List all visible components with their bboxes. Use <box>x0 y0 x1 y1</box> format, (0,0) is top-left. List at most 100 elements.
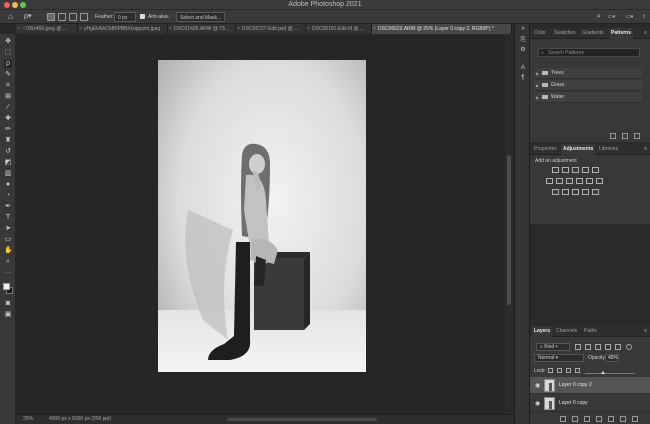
workspace-icon[interactable]: ▭▾ <box>608 12 615 22</box>
edit-toolbar-icon[interactable]: ··· <box>4 269 12 277</box>
history-brush-tool-icon[interactable]: ↺ <box>4 148 12 156</box>
tab-document-active[interactable]: × DSC06623.ARW @ 25% (Layer 0 copy 2, RGB… <box>372 24 512 34</box>
select-and-mask-button[interactable]: Select and Mask... <box>176 12 226 22</box>
pen-tool-icon[interactable]: ✒ <box>4 203 12 211</box>
scroll-thumb[interactable] <box>507 155 511 305</box>
screen-mode-icon[interactable]: ▣ <box>4 311 12 319</box>
selective-color-icon[interactable] <box>592 189 599 195</box>
brightness-contrast-icon[interactable] <box>552 167 559 173</box>
adjustment-filter-icon[interactable] <box>585 344 591 350</box>
visibility-eye-icon[interactable]: ◉ <box>535 382 540 389</box>
chevron-right-icon[interactable]: ▶ <box>536 80 539 91</box>
pattern-search-input[interactable]: ⌕ Search Patterns <box>538 48 640 57</box>
blend-mode-select[interactable]: Normal ▾ <box>534 354 584 362</box>
tab-document-2[interactable]: × yHgEkAACkB5PBBr0xqpyzm.jpeg <box>78 24 168 34</box>
layer-style-icon[interactable] <box>572 416 578 422</box>
character-panel-icon[interactable]: A <box>519 64 527 72</box>
close-icon[interactable]: × <box>169 24 172 34</box>
frame-tool-icon[interactable]: ⊠ <box>4 93 12 101</box>
lasso-preset-icon[interactable]: ρ▾ <box>24 12 32 22</box>
hand-tool-icon[interactable]: ✋ <box>4 247 13 255</box>
feather-input[interactable]: 0 px <box>114 12 136 22</box>
type-filter-icon[interactable] <box>595 344 601 350</box>
color-lookup-icon[interactable] <box>596 178 603 184</box>
panel-menu-icon[interactable]: ≡ <box>644 146 647 152</box>
pattern-group-grass[interactable]: ▶ Grass <box>534 80 642 91</box>
color-balance-icon[interactable] <box>556 178 563 184</box>
close-icon[interactable]: × <box>79 24 82 34</box>
new-adjustment-layer-icon[interactable] <box>596 416 602 422</box>
brush-tool-icon[interactable]: ✏ <box>4 126 12 134</box>
subtract-from-selection-icon[interactable] <box>69 13 77 21</box>
panel-menu-icon[interactable]: ≡ <box>644 30 647 36</box>
tab-channels[interactable]: Channels <box>554 326 579 337</box>
close-icon[interactable]: × <box>307 24 310 34</box>
lock-position-icon[interactable] <box>566 368 571 373</box>
crop-tool-icon[interactable]: ⌗ <box>4 82 12 90</box>
black-white-icon[interactable] <box>566 178 573 184</box>
shape-filter-icon[interactable] <box>605 344 611 350</box>
history-panel-icon[interactable]: ⎘ <box>519 36 527 44</box>
link-layers-icon[interactable] <box>560 416 566 422</box>
quick-mask-icon[interactable]: ◙ <box>4 300 12 308</box>
blur-tool-icon[interactable]: ● <box>4 181 12 189</box>
horizontal-scrollbar[interactable] <box>227 418 377 421</box>
zoom-tool-icon[interactable]: ⌕ <box>4 258 12 266</box>
new-layer-icon[interactable] <box>620 416 626 422</box>
layer-name[interactable]: Layer 0 copy <box>559 400 588 406</box>
healing-brush-tool-icon[interactable]: ✚ <box>4 115 12 123</box>
foreground-color-swatch[interactable] <box>3 283 10 290</box>
lasso-tool-icon[interactable]: ρ <box>4 60 12 68</box>
properties-panel-icon[interactable]: ⚙ <box>519 46 527 54</box>
threshold-icon[interactable] <box>572 189 579 195</box>
exposure-icon[interactable] <box>582 167 589 173</box>
visibility-eye-icon[interactable]: ◉ <box>535 400 540 407</box>
tab-paths[interactable]: Paths <box>582 326 599 337</box>
clone-stamp-tool-icon[interactable]: ♜ <box>4 137 12 145</box>
eyedropper-tool-icon[interactable]: ⁄ <box>4 104 12 112</box>
panel-menu-icon[interactable]: ≡ <box>644 328 647 334</box>
new-pattern-icon[interactable] <box>622 133 628 139</box>
trash-icon[interactable] <box>634 133 640 139</box>
layer-row[interactable]: ◉ Layer 0 copy 2 <box>530 377 650 394</box>
tab-document-4[interactable]: × DSC06727-Edit.psd @ ... <box>236 24 306 34</box>
rectangle-tool-icon[interactable]: ▭ <box>4 236 12 244</box>
gradient-tool-icon[interactable]: ▥ <box>4 170 12 178</box>
tab-layers[interactable]: Layers <box>532 326 553 337</box>
chevron-right-icon[interactable]: ▶ <box>536 92 539 103</box>
tab-properties[interactable]: Properties <box>532 144 559 155</box>
lock-transparent-icon[interactable] <box>548 368 553 373</box>
posterize-icon[interactable] <box>562 189 569 195</box>
lock-image-icon[interactable] <box>557 368 562 373</box>
tab-document-5[interactable]: × DSC06181-Edit.tif @ ... <box>306 24 372 34</box>
move-tool-icon[interactable]: ✥ <box>4 38 12 46</box>
fill-slider-knob[interactable] <box>601 371 605 374</box>
trash-icon[interactable] <box>632 416 638 422</box>
lock-all-icon[interactable] <box>575 368 580 373</box>
pattern-group-water[interactable]: ▶ Water <box>534 92 642 103</box>
anti-alias-checkbox[interactable] <box>140 14 145 19</box>
tab-overflow-icon[interactable]: » <box>519 25 527 33</box>
filter-toggle-icon[interactable] <box>626 344 632 350</box>
layer-name[interactable]: Layer 0 copy 2 <box>559 382 592 388</box>
tab-adjustments[interactable]: Adjustments <box>561 144 596 155</box>
fill-slider[interactable] <box>585 373 635 374</box>
add-mask-icon[interactable] <box>584 416 590 422</box>
hue-saturation-icon[interactable] <box>546 178 553 184</box>
arrange-documents-icon[interactable]: ▭▾ <box>626 12 633 22</box>
share-icon[interactable]: ⇪ <box>642 12 646 22</box>
dodge-tool-icon[interactable]: ◔ <box>4 192 12 200</box>
layer-row[interactable]: ◉ Layer 0 copy <box>530 395 650 412</box>
smart-object-filter-icon[interactable] <box>615 344 621 350</box>
zoom-level[interactable]: 25% <box>23 415 33 424</box>
layer-filter-kind-select[interactable]: ⌕ Kind ▾ <box>536 343 570 351</box>
photo-filter-icon[interactable] <box>576 178 583 184</box>
add-to-selection-icon[interactable] <box>58 13 66 21</box>
tab-document-3[interactable]: × DSC01426.ARW @ 73... <box>168 24 236 34</box>
type-tool-icon[interactable]: T <box>4 214 12 222</box>
curves-icon[interactable] <box>572 167 579 173</box>
canvas-area[interactable] <box>17 35 505 415</box>
chevron-right-icon[interactable]: ▶ <box>536 68 539 79</box>
tab-color[interactable]: Color <box>532 28 548 39</box>
tab-libraries[interactable]: Libraries <box>597 144 620 155</box>
